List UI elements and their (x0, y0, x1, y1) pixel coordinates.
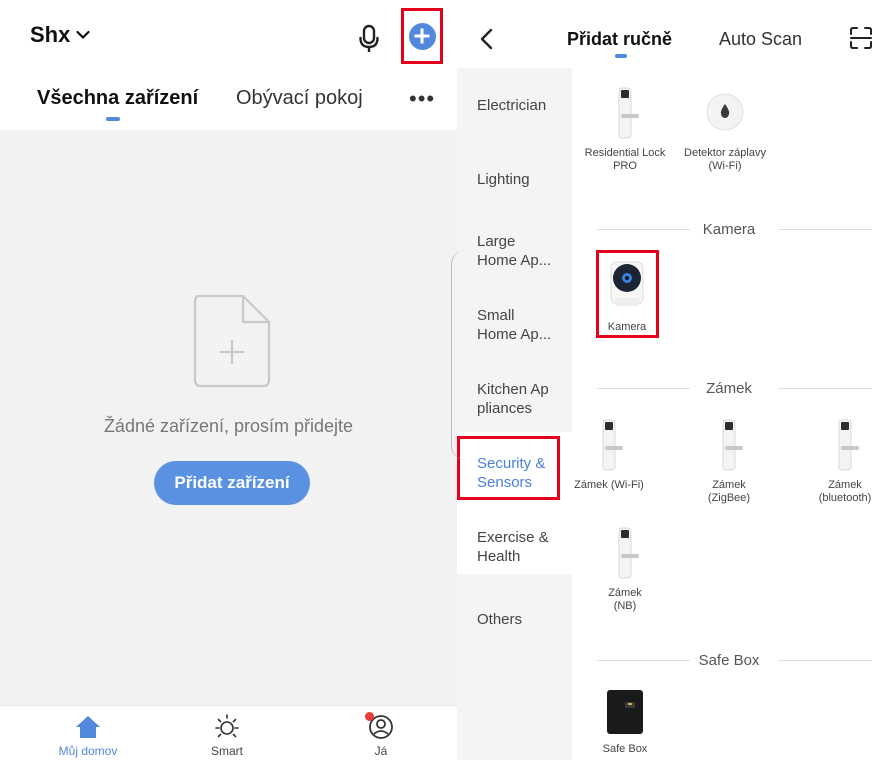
category-small-home-appliances[interactable]: Small Home Ap... (477, 306, 557, 344)
sun-icon (215, 714, 239, 738)
nav-smart[interactable]: Smart (172, 706, 282, 760)
tab-active-indicator (106, 117, 120, 121)
door-lock-icon (838, 419, 859, 471)
device-residential-lock-pro[interactable]: Residential Lock PRO (580, 84, 670, 173)
category-electrician[interactable]: Electrician (477, 96, 546, 115)
category-large-home-appliances[interactable]: Large Home Ap... (477, 232, 557, 270)
chevron-down-icon (76, 30, 90, 40)
more-icon[interactable]: ••• (409, 86, 435, 112)
tab-all-devices[interactable]: Všechna zařízení (37, 87, 198, 110)
section-divider (779, 229, 872, 230)
nav-me[interactable]: Já (326, 706, 436, 760)
door-lock-icon (602, 419, 623, 471)
category-list: Electrician Lighting Large Home Ap... Sm… (457, 68, 572, 760)
device-label: Detektor záplavy (Wi-Fi) (684, 147, 766, 172)
safe-box-icon (607, 690, 643, 734)
bottom-navigation: Můj domov Smart Já (0, 705, 457, 760)
device-label: Safe Box (602, 743, 648, 755)
plus-icon[interactable] (408, 22, 436, 50)
device-lock-zigbee[interactable]: Zámek (ZigBee) (684, 416, 774, 505)
home-switcher[interactable]: Shx (30, 22, 90, 48)
scan-icon[interactable] (849, 26, 873, 50)
nav-my-home[interactable]: Můj domov (33, 706, 143, 760)
security-category-highlight (457, 436, 560, 500)
nav-label-me: Já (374, 744, 388, 758)
category-kitchen-appliances[interactable]: Kitchen Ap pliances (477, 380, 557, 418)
door-lock-icon (618, 87, 639, 139)
flood-sensor-icon (706, 93, 744, 131)
category-lighting[interactable]: Lighting (477, 170, 530, 189)
home-header (0, 0, 457, 130)
nav-label-smart: Smart (210, 744, 243, 758)
back-arrow-icon[interactable] (479, 28, 493, 50)
notification-badge (365, 712, 374, 721)
section-divider (779, 388, 872, 389)
device-label: Zámek (Wi-Fi) (574, 479, 644, 491)
device-label: Zámek (ZigBee) (707, 479, 751, 504)
add-device-screen: Přidat ručně Auto Scan Electrician Light… (451, 0, 886, 760)
scroll-edge-indicator (451, 250, 465, 460)
home-icon (76, 716, 100, 738)
camera-device-highlight (596, 250, 659, 338)
category-exercise-health[interactable]: Exercise & Health (477, 528, 557, 566)
door-lock-icon (722, 419, 743, 471)
device-label: Zámek (NB) (608, 587, 642, 612)
device-lock-wifi[interactable]: Zámek (Wi-Fi) (564, 416, 654, 492)
empty-state-text: Žádné zařízení, prosím přidejte (103, 416, 354, 436)
home-name: Shx (30, 22, 71, 47)
empty-document-icon (193, 294, 271, 388)
device-flood-detector[interactable]: Detektor záplavy (Wi-Fi) (680, 84, 770, 173)
nav-label-home: Můj domov (58, 744, 118, 758)
device-grid: Residential Lock PRO Detektor záplavy (W… (572, 68, 886, 760)
tab-add-manually[interactable]: Přidat ručně (567, 29, 672, 50)
device-safe-box[interactable]: Safe Box (580, 688, 670, 756)
device-lock-bluetooth[interactable]: Zámek (bluetooth) (800, 416, 886, 505)
add-device-highlight[interactable] (401, 8, 443, 64)
device-label: Residential Lock PRO (584, 147, 666, 172)
device-lock-nb[interactable]: Zámek (NB) (580, 524, 670, 613)
tab-active-indicator (615, 54, 627, 58)
device-label: Zámek (bluetooth) (818, 479, 872, 504)
tab-living-room[interactable]: Obývací pokoj (236, 87, 363, 110)
door-lock-icon (618, 527, 639, 579)
home-screen: Shx Všechna zařízení Obývací pokoj ••• Ž… (0, 0, 457, 760)
microphone-icon[interactable] (357, 24, 381, 54)
add-device-button[interactable]: Přidat zařízení (154, 461, 310, 505)
section-divider (779, 660, 872, 661)
tab-auto-scan[interactable]: Auto Scan (719, 29, 802, 50)
category-others[interactable]: Others (477, 610, 522, 629)
